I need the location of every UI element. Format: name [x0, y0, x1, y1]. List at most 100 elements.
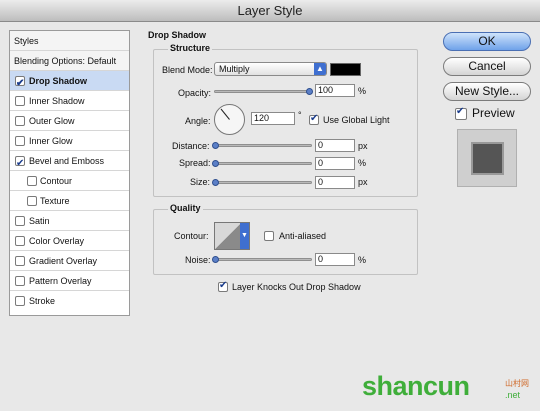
blend-mode-select[interactable]: Multiply ▲︎ — [214, 62, 327, 76]
stroke-checkbox[interactable] — [15, 296, 25, 306]
style-item-stroke[interactable]: Stroke — [10, 291, 129, 311]
noise-slider-thumb[interactable] — [212, 256, 219, 263]
style-item-label: Satin — [29, 216, 50, 226]
linear-contour-icon — [215, 223, 241, 249]
style-preview — [457, 129, 517, 187]
watermark-main: shancun — [362, 371, 470, 401]
outer-glow-checkbox[interactable] — [15, 116, 25, 126]
use-global-light-checkbox[interactable] — [309, 113, 319, 125]
opacity-label: Opacity: — [178, 88, 212, 98]
distance-label: Distance: — [172, 141, 210, 151]
spread-label: Spread: — [179, 158, 211, 168]
satin-checkbox[interactable] — [15, 216, 25, 226]
distance-slider[interactable] — [214, 144, 312, 147]
style-item-label: Texture — [40, 196, 70, 206]
preview-swatch — [471, 142, 504, 175]
style-item-label: Inner Glow — [29, 136, 73, 146]
blend-mode-value: Multiply — [219, 64, 250, 74]
style-item-gradient-overlay[interactable]: Gradient Overlay — [10, 251, 129, 271]
inner-shadow-checkbox[interactable] — [15, 96, 25, 106]
size-unit: px — [358, 177, 368, 187]
structure-title: Structure — [168, 43, 213, 53]
window-title: Layer Style — [0, 0, 540, 22]
distance-unit: px — [358, 141, 368, 151]
style-item-label: Outer Glow — [29, 116, 75, 126]
quality-title: Quality — [168, 203, 203, 213]
styles-list: Styles Blending Options: Default Drop Sh… — [9, 30, 130, 316]
noise-slider[interactable] — [214, 258, 312, 261]
watermark-domain: .net — [505, 390, 521, 400]
opacity-slider[interactable] — [214, 90, 312, 93]
spread-input[interactable]: 0 — [315, 157, 355, 170]
chevron-updown-icon: ▲︎ — [314, 63, 326, 75]
distance-input[interactable]: 0 — [315, 139, 355, 152]
layer-knocks-out-label: Layer Knocks Out Drop Shadow — [232, 282, 361, 292]
use-global-light-label: Use Global Light — [323, 115, 390, 125]
size-slider-thumb[interactable] — [212, 179, 219, 186]
pattern-overlay-checkbox[interactable] — [15, 276, 25, 286]
style-item-satin[interactable]: Satin — [10, 211, 129, 231]
opacity-unit: % — [358, 86, 367, 96]
anti-aliased-checkbox[interactable] — [264, 231, 274, 241]
style-item-pattern-overlay[interactable]: Pattern Overlay — [10, 271, 129, 291]
style-item-contour[interactable]: Contour — [10, 171, 129, 191]
layer-knocks-out-checkbox[interactable] — [218, 280, 228, 292]
watermark-logo: shancun 山村网 .net — [362, 368, 532, 408]
contour-checkbox[interactable] — [27, 176, 37, 186]
style-item-label: Inner Shadow — [29, 96, 85, 106]
drop-shadow-checkbox[interactable] — [15, 74, 25, 94]
style-item-texture[interactable]: Texture — [10, 191, 129, 211]
quality-group — [153, 209, 418, 275]
style-item-drop-shadow[interactable]: Drop Shadow — [10, 71, 129, 94]
style-item-label: Contour — [40, 176, 73, 186]
style-item-bevel-and-emboss[interactable]: Bevel and Emboss — [10, 151, 129, 174]
style-item-label: Gradient Overlay — [29, 256, 98, 266]
cancel-button[interactable]: Cancel — [443, 57, 531, 76]
style-item-inner-glow[interactable]: Inner Glow — [10, 131, 129, 151]
size-slider[interactable] — [214, 181, 312, 184]
spread-unit: % — [358, 158, 367, 168]
noise-input[interactable]: 0 — [315, 253, 355, 266]
style-item-label: Bevel and Emboss — [29, 156, 105, 166]
texture-checkbox[interactable] — [27, 196, 37, 206]
chevron-down-icon[interactable]: ▼︎ — [240, 223, 249, 249]
bevel-and-emboss-checkbox[interactable] — [15, 154, 25, 174]
angle-unit: ° — [298, 110, 302, 120]
gradient-overlay-checkbox[interactable] — [15, 256, 25, 266]
shadow-color-swatch[interactable] — [330, 63, 361, 76]
style-item-label: Color Overlay — [29, 236, 85, 246]
preview-checkbox[interactable] — [455, 106, 467, 120]
watermark-sub: 山村网 — [505, 379, 529, 388]
style-item-label: Stroke — [29, 296, 56, 306]
contour-picker[interactable]: ▼︎ — [214, 222, 250, 250]
angle-dial[interactable] — [213, 103, 246, 136]
style-item-inner-shadow[interactable]: Inner Shadow — [10, 91, 129, 111]
preview-label: Preview — [472, 106, 515, 120]
size-input[interactable]: 0 — [315, 176, 355, 189]
noise-unit: % — [358, 255, 367, 265]
contour-label: Contour: — [174, 231, 209, 241]
opacity-input[interactable]: 100 — [315, 84, 355, 97]
new-style-button[interactable]: New Style... — [443, 82, 531, 101]
style-item-color-overlay[interactable]: Color Overlay — [10, 231, 129, 251]
style-item-label: Pattern Overlay — [29, 276, 92, 286]
distance-slider-thumb[interactable] — [212, 142, 219, 149]
color-overlay-checkbox[interactable] — [15, 236, 25, 246]
inner-glow-checkbox[interactable] — [15, 136, 25, 146]
angle-input[interactable]: 120 — [251, 112, 295, 125]
spread-slider[interactable] — [214, 162, 312, 165]
blending-options[interactable]: Blending Options: Default — [10, 51, 129, 71]
opacity-slider-thumb[interactable] — [306, 88, 313, 95]
section-title: Drop Shadow — [148, 30, 206, 40]
style-item-outer-glow[interactable]: Outer Glow — [10, 111, 129, 131]
styles-header[interactable]: Styles — [10, 31, 129, 51]
spread-slider-thumb[interactable] — [212, 160, 219, 167]
size-label: Size: — [190, 177, 211, 187]
angle-dial-icon — [214, 104, 245, 135]
angle-label: Angle: — [185, 116, 211, 126]
anti-aliased-label: Anti-aliased — [279, 231, 327, 241]
style-item-label: Drop Shadow — [29, 76, 87, 86]
ok-button[interactable]: OK — [443, 32, 531, 51]
blend-mode-label: Blend Mode: — [162, 65, 213, 75]
noise-label: Noise: — [185, 255, 211, 265]
